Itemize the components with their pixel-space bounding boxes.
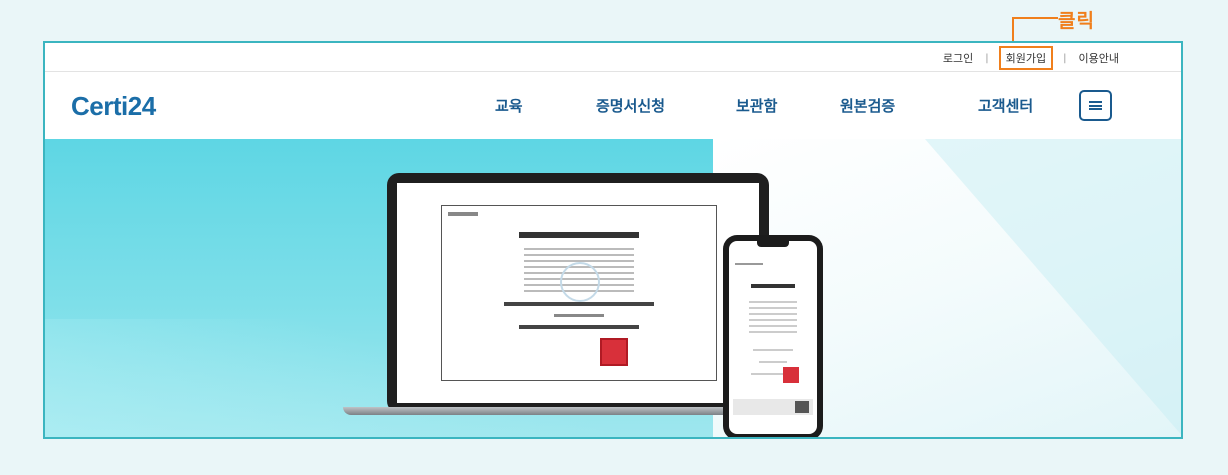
graduation-certificate-image [441,205,717,381]
laptop-illustration [387,173,769,413]
usage-guide-link[interactable]: 이용안내 [1079,50,1119,66]
click-annotation-label: 클릭 [1058,10,1095,32]
nav-item-customer-center[interactable]: 고객센터 [978,95,1033,116]
certificate-seal-image [600,338,628,366]
hamburger-menu-button[interactable] [1079,90,1112,121]
click-annotation-line-vertical [1012,17,1014,43]
nav-item-storage[interactable]: 보관함 [736,95,777,116]
top-links: 로그인 | 회원가입 | 이용안내 [943,46,1119,70]
smartphone-screen [729,241,817,434]
smartphone-illustration [723,235,823,437]
click-annotation-line-horizontal [1012,17,1058,19]
phone-notch [757,241,789,247]
website-frame: 로그인 | 회원가입 | 이용안내 Certi24 교육 증명서신청 보관함 원… [43,41,1183,439]
top-link-separator: | [985,52,989,64]
certificate-watermark-image [560,262,600,302]
laptop-screen [397,183,759,403]
nav-item-certificate-request[interactable]: 증명서신청 [596,95,665,116]
laptop-base [343,407,787,415]
certi24-logo[interactable]: Certi24 [71,91,156,122]
hero-banner [45,139,1181,437]
nav-item-education[interactable]: 교육 [495,95,523,116]
top-link-separator: | [1063,52,1067,64]
main-navbar: Certi24 교육 증명서신청 보관함 원본검증 고객센터 [45,73,1181,139]
nav-item-original-verification[interactable]: 원본검증 [840,95,895,116]
signup-link[interactable]: 회원가입 [998,46,1054,70]
login-link[interactable]: 로그인 [943,50,973,66]
top-utility-bar: 로그인 | 회원가입 | 이용안내 [45,43,1181,72]
hamburger-menu-icon [1089,101,1102,110]
